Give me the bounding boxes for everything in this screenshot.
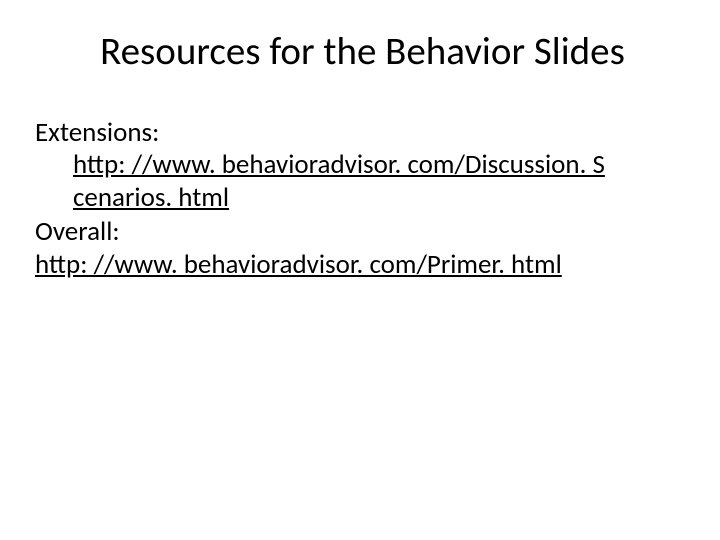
slide: Resources for the Behavior Slides Extens… <box>0 0 720 540</box>
extensions-link[interactable]: http: //www. behavioradvisor. com/Discus… <box>35 149 690 214</box>
slide-body: Extensions: http: //www. behavioradvisor… <box>35 117 690 281</box>
overall-link[interactable]: http: //www. behavioradvisor. com/Primer… <box>35 249 690 281</box>
extensions-link-line1: http: //www. behavioradvisor. com/Discus… <box>35 149 690 181</box>
extensions-block: Extensions: http: //www. behavioradvisor… <box>35 117 690 214</box>
extensions-link-line2: cenarios. html <box>35 182 690 214</box>
overall-link-text: http: //www. behavioradvisor. com/Primer… <box>35 248 562 281</box>
extensions-label: Extensions: <box>35 117 690 149</box>
overall-block: Overall: http: //www. behavioradvisor. c… <box>35 216 690 281</box>
slide-title: Resources for the Behavior Slides <box>35 28 690 75</box>
overall-label: Overall: <box>35 216 690 248</box>
